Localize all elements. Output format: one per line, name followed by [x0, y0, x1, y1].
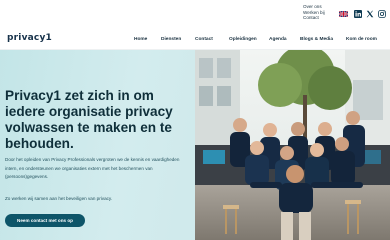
logo[interactable]: privacy1 — [7, 33, 52, 43]
top-link-contact[interactable]: Contact — [303, 15, 325, 21]
linkedin-icon[interactable] — [354, 10, 362, 18]
instagram-icon[interactable] — [378, 10, 386, 18]
hero-section: Privacy1 zet zich in om iedere organisat… — [0, 50, 390, 240]
nav-item-contact[interactable]: Contact — [195, 37, 213, 42]
top-link-about[interactable]: Over ons — [303, 4, 325, 10]
nav-item-services[interactable]: Diensten — [161, 37, 181, 42]
team-photo — [195, 50, 390, 240]
nav-item-room[interactable]: Kom de room — [346, 37, 377, 42]
uk-flag-icon[interactable] — [339, 11, 348, 17]
x-icon[interactable] — [366, 10, 374, 18]
hero-subtext: Zo werken wij samen aan het beveiligen v… — [5, 196, 113, 201]
nav-item-agenda[interactable]: Agenda — [269, 37, 287, 42]
nav-item-blogs-media[interactable]: Blogs & Media — [300, 37, 333, 42]
top-links: Over ons Werken bij Contact — [303, 4, 325, 21]
hero-description: Door het opleiden van Privacy Profession… — [5, 157, 180, 180]
contact-cta-button[interactable]: Neem contact met ons op — [5, 214, 85, 227]
main-navbar: privacy1 Home Diensten Contact Opleiding… — [0, 30, 390, 71]
nav-item-home[interactable]: Home — [134, 37, 147, 42]
nav-item-training[interactable]: Opleidingen — [229, 37, 257, 42]
top-utility-bar: Over ons Werken bij Contact — [0, 0, 390, 30]
hero-title: Privacy1 zet zich in om iedere organisat… — [5, 88, 173, 151]
